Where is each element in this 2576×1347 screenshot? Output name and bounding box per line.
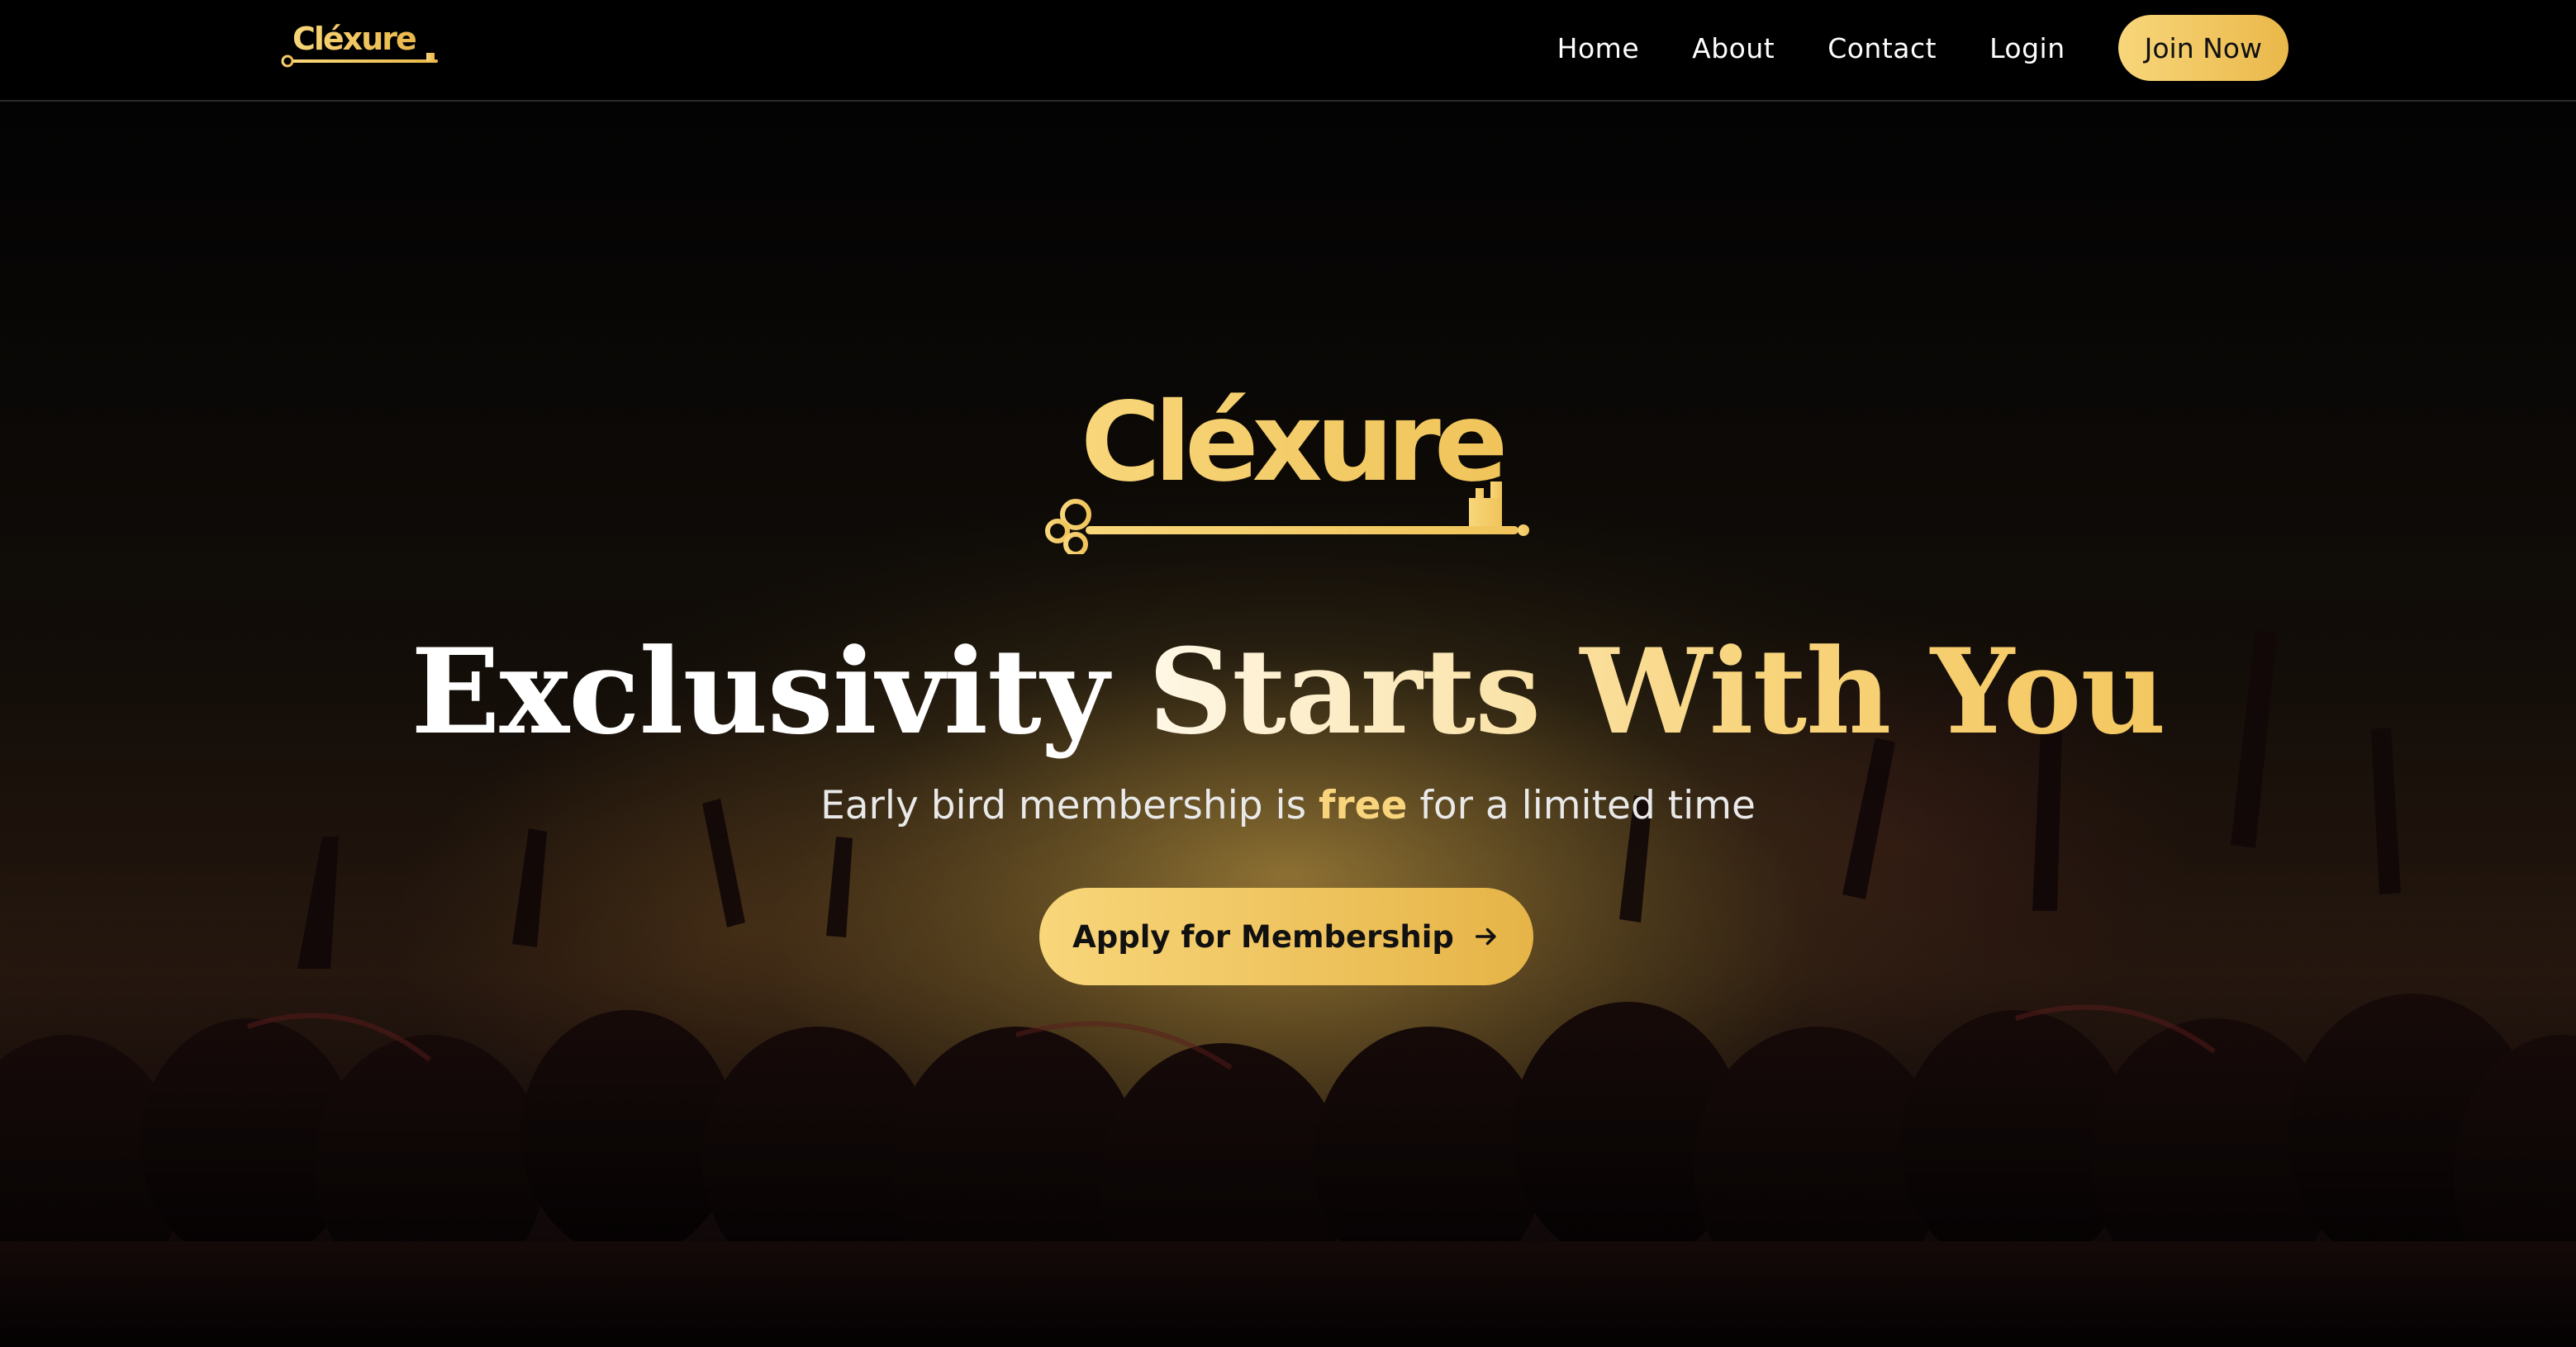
hero-title: Exclusivity Starts With You bbox=[0, 622, 2576, 762]
apply-button-label: Apply for Membership bbox=[1072, 918, 1454, 955]
nav-links: Home About Contact Login Join Now bbox=[1557, 15, 2288, 81]
top-navbar: Cléxure Home About Contact Login Join No… bbox=[0, 0, 2576, 102]
hero-key-logo-icon: Cléxure bbox=[1045, 389, 1529, 554]
hero-logo-text: Cléxure bbox=[1081, 389, 1504, 506]
nav-logo[interactable]: Cléxure bbox=[281, 20, 443, 73]
nav-link-home[interactable]: Home bbox=[1557, 32, 1639, 64]
nav-link-contact[interactable]: Contact bbox=[1827, 32, 1937, 64]
apply-for-membership-button[interactable]: Apply for Membership bbox=[1039, 888, 1533, 985]
arrow-right-icon bbox=[1475, 927, 1496, 946]
hero-subtitle-free: free bbox=[1319, 783, 1408, 828]
join-now-button[interactable]: Join Now bbox=[2117, 15, 2288, 81]
key-logo-icon: Cléxure bbox=[281, 21, 438, 68]
hero-subtitle-after: for a limited time bbox=[1407, 783, 1756, 828]
nav-logo-text: Cléxure bbox=[292, 21, 416, 57]
hero-subtitle: Early bird membership is free for a limi… bbox=[0, 783, 2576, 828]
hero-section: Cléxure Exclusivity Starts With You Earl… bbox=[0, 102, 2576, 1347]
nav-link-about[interactable]: About bbox=[1692, 32, 1775, 64]
hero-title-gold: Starts With You bbox=[1148, 624, 2166, 761]
hero-title-white: Exclusivity bbox=[411, 624, 1148, 761]
nav-link-login[interactable]: Login bbox=[1989, 32, 2065, 64]
hero-subtitle-before: Early bird membership is bbox=[820, 783, 1319, 828]
